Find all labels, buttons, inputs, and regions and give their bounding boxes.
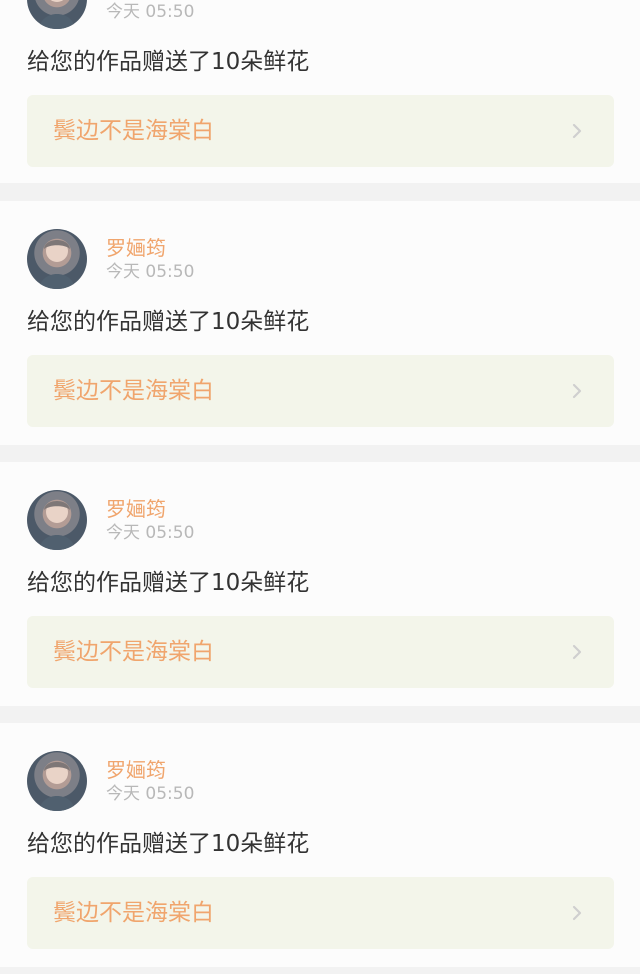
- chevron-right-icon: [568, 904, 586, 922]
- work-title: 鬓边不是海棠白: [53, 378, 214, 404]
- chevron-right-icon: [568, 382, 586, 400]
- notification-message: 给您的作品赠送了10朵鲜花: [27, 831, 310, 857]
- notification-card: 罗婳筠 今天 05:50 给您的作品赠送了10朵鲜花 鬓边不是海棠白: [0, 462, 640, 706]
- user-name-link[interactable]: 罗婳筠: [106, 759, 166, 781]
- notification-time: 今天 05:50: [106, 262, 195, 282]
- work-title: 鬓边不是海棠白: [53, 639, 214, 665]
- user-name-link[interactable]: 罗婳筠: [106, 498, 166, 520]
- notification-card: 罗婳筠 今天 05:50 给您的作品赠送了10朵鲜花 鬓边不是海棠白: [0, 723, 640, 967]
- user-avatar-icon[interactable]: [27, 490, 87, 550]
- notification-message: 给您的作品赠送了10朵鲜花: [27, 49, 310, 75]
- user-name-link[interactable]: 罗婳筠: [106, 237, 166, 259]
- work-link-card[interactable]: 鬓边不是海棠白: [27, 616, 614, 688]
- user-avatar-icon[interactable]: [27, 229, 87, 289]
- work-link-card[interactable]: 鬓边不是海棠白: [27, 355, 614, 427]
- notification-time: 今天 05:50: [106, 523, 195, 543]
- work-title: 鬓边不是海棠白: [53, 900, 214, 926]
- notification-feed: 今天 05:50 给您的作品赠送了10朵鲜花 鬓边不是海棠白 罗婳筠 今天 05…: [0, 0, 640, 974]
- notification-card: 今天 05:50 给您的作品赠送了10朵鲜花 鬓边不是海棠白: [0, 0, 640, 183]
- notification-time: 今天 05:50: [106, 784, 195, 804]
- notification-message: 给您的作品赠送了10朵鲜花: [27, 309, 310, 335]
- user-avatar-icon[interactable]: [27, 751, 87, 811]
- work-link-card[interactable]: 鬓边不是海棠白: [27, 95, 614, 167]
- notification-message: 给您的作品赠送了10朵鲜花: [27, 570, 310, 596]
- work-title: 鬓边不是海棠白: [53, 118, 214, 144]
- user-avatar-icon[interactable]: [27, 0, 87, 29]
- chevron-right-icon: [568, 643, 586, 661]
- notification-card: 罗婳筠 今天 05:50 给您的作品赠送了10朵鲜花 鬓边不是海棠白: [0, 201, 640, 445]
- notification-time: 今天 05:50: [106, 2, 195, 22]
- chevron-right-icon: [568, 122, 586, 140]
- work-link-card[interactable]: 鬓边不是海棠白: [27, 877, 614, 949]
